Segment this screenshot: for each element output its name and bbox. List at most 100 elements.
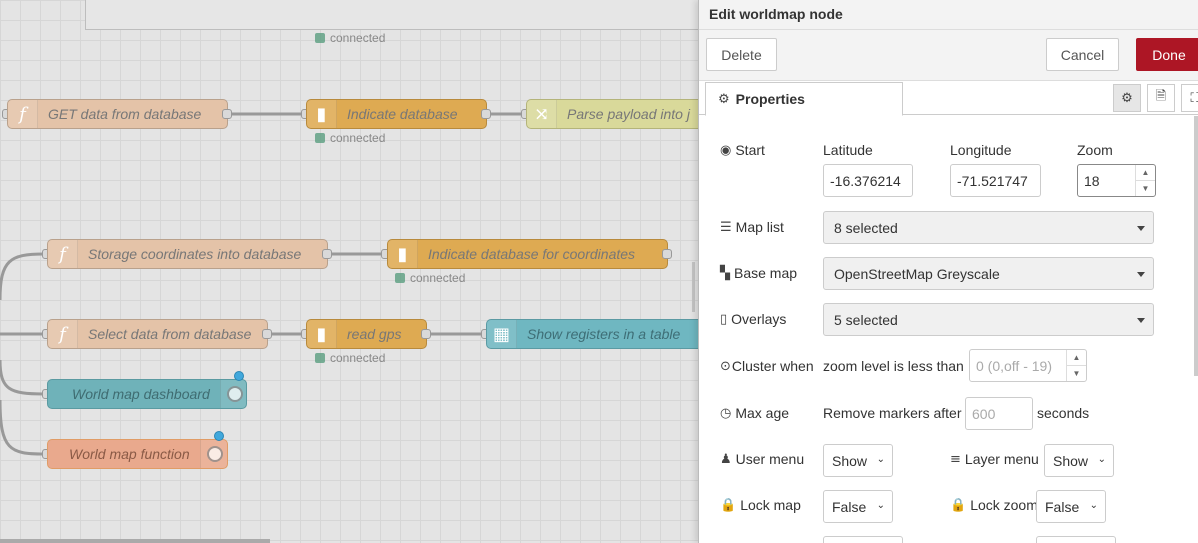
zoom-value: 18 [1084,172,1100,189]
port[interactable] [222,109,232,119]
node-indicate-database-coordinates[interactable]: ▮ Indicate database for coordinates [387,239,668,269]
function-icon: f [48,320,78,348]
node-label: World map function [69,446,190,462]
port[interactable] [662,249,672,259]
port[interactable] [322,249,332,259]
lock-zoom-label: 🔒 Lock zoom [950,497,1038,513]
file-icon: 🗎 [1155,89,1167,104]
port[interactable] [421,329,431,339]
wire-left-storage [0,252,45,301]
next-row-select-2[interactable] [1036,536,1116,543]
tabs-row: ⚙ Properties ⚙ 🗎 ⛶ [699,81,1198,116]
max-age-text: Max age [735,405,790,421]
node-parse-payload[interactable]: ⤨ Parse payload into j [526,99,698,129]
node-label: Indicate database [347,106,458,122]
node-label: World map dashboard [72,386,210,402]
globe-icon: ◉ [720,142,732,158]
table-icon: ▦ [487,320,517,348]
port[interactable] [262,329,272,339]
frame-icon: ⛶ [1190,91,1198,106]
node-storage-coordinates[interactable]: f Storage coordinates into database [47,239,328,269]
done-button[interactable]: Done [1136,38,1198,71]
max-age-label: ◷ Max age [720,405,789,421]
horizontal-scrollbar[interactable] [0,539,270,543]
base-map-label: ▚ Base map [720,265,797,281]
map-list-label: ☰ Map list [720,219,784,235]
overlays-dropdown[interactable]: 5 selected [823,303,1154,336]
status-top: connected [315,31,385,45]
latitude-label: Latitude [823,142,873,158]
description-tab[interactable]: 🗎 [1147,84,1175,112]
overlays-text: Overlays [731,311,787,327]
user-menu-label: ♟ User menu [720,451,804,467]
lock-map-label: 🔒 Lock map [720,497,801,513]
max-age-input[interactable]: 600 [965,397,1033,430]
tab-properties[interactable]: ⚙ Properties [705,82,903,116]
user-menu-select[interactable]: Show ⌄ [823,444,893,477]
start-text: Start [735,142,765,158]
node-read-gps[interactable]: ▮ read gps [306,319,427,349]
latitude-input[interactable]: -16.376214 [823,164,913,197]
layer-menu-select[interactable]: Show ⌄ [1044,444,1114,477]
changed-indicator [214,431,224,441]
lock-map-value: False [832,498,867,515]
node-label: read gps [347,326,402,342]
base-map-value: OpenStreetMap Greyscale [834,265,1000,282]
delete-button[interactable]: Delete [706,38,777,71]
node-world-map-dashboard[interactable]: World map dashboard [47,379,247,409]
zoom-label: Zoom [1077,142,1113,158]
lock-map-select[interactable]: False ⌄ [823,490,893,523]
overlays-label: ▯ Overlays [720,311,786,327]
chevron-down-icon: ⌄ [876,500,885,511]
cluster-spinner[interactable]: ▲ ▼ [1066,350,1086,381]
max-age-description: Remove markers after [823,405,962,421]
resize-handle[interactable] [692,262,695,312]
function-icon: f [8,100,38,128]
caret-down-icon [1137,272,1145,277]
node-show-registers[interactable]: ▦ Show registers in a table [486,319,698,349]
base-map-text: Base map [734,265,798,281]
properties-form: ◉ Start Latitude Longitude Zoom -16.3762… [699,116,1198,543]
cluster-input[interactable]: 0 (0,off - 19) ▲ ▼ [969,349,1087,382]
status-dot [395,273,405,283]
lock-map-text: Lock map [740,497,801,513]
flow-workspace[interactable]: connected f GET data from database ▮ Ind… [0,0,698,543]
caret-down-icon [1137,226,1145,231]
node-label: Select data from database [88,326,252,342]
lock-icon: 🔒 [950,497,967,513]
zoom-input[interactable]: 18 ▲ ▼ [1077,164,1156,197]
chevron-down-icon: ⌄ [1097,454,1106,465]
base-map-dropdown[interactable]: OpenStreetMap Greyscale [823,257,1154,290]
status-indicate-db: connected [315,131,385,145]
appearance-tab[interactable]: ⛶ [1181,84,1198,112]
longitude-input[interactable]: -71.521747 [950,164,1041,197]
chevron-down-icon: ⌄ [1089,500,1098,511]
port[interactable] [481,109,491,119]
lock-zoom-select[interactable]: False ⌄ [1036,490,1106,523]
cluster-label: ⊙ Cluster when [720,358,814,374]
cluster-description: zoom level is less than [823,358,964,374]
user-menu-value: Show [832,452,868,469]
overlays-value: 5 selected [834,311,898,328]
wire-left-dashboard [0,359,45,396]
layer-menu-value: Show [1053,452,1089,469]
node-world-map-function[interactable]: World map function [47,439,228,469]
next-row-select[interactable] [823,536,903,543]
gear-icon: ⚙ [718,91,730,107]
node-select-data[interactable]: f Select data from database [47,319,268,349]
changed-indicator [234,371,244,381]
cancel-button[interactable]: Cancel [1046,38,1119,71]
status-dot [315,33,325,43]
open-map-icon: ▯ [720,311,728,327]
cluster-placeholder: 0 (0,off - 19) [976,357,1053,374]
vertical-scrollbar[interactable] [1194,116,1198,376]
tray-toolbar: Delete Cancel Done [699,30,1198,81]
node-indicate-database[interactable]: ▮ Indicate database [306,99,487,129]
status-dot [315,133,325,143]
node-label: Show registers in a table [527,326,681,342]
zoom-spinner[interactable]: ▲ ▼ [1135,165,1155,196]
caret-down-icon [1137,318,1145,323]
node-get-data[interactable]: f GET data from database [7,99,228,129]
map-list-dropdown[interactable]: 8 selected [823,211,1154,244]
node-settings-tab[interactable]: ⚙ [1113,84,1141,112]
